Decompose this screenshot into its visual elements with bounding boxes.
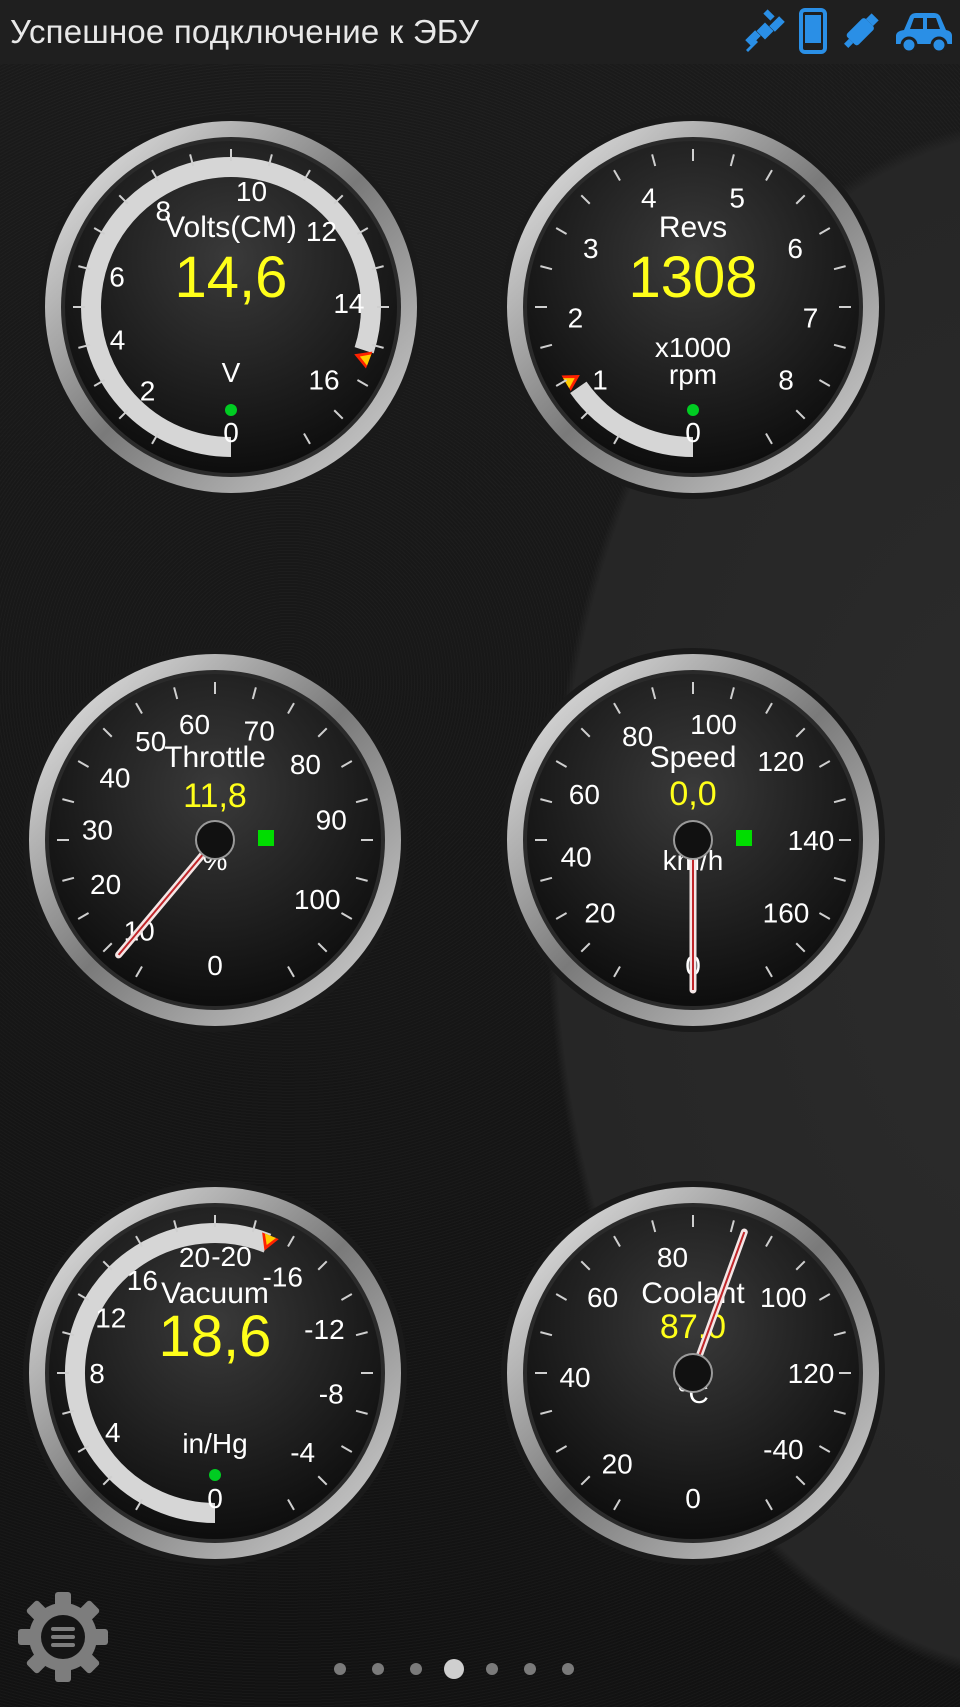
status-indicator bbox=[258, 830, 274, 846]
gauge-dial: 102030405060708090100Throttle11,8%0 bbox=[23, 648, 407, 1032]
gauge-value: 0,0 bbox=[669, 775, 716, 813]
gauge-tick-label: 8 bbox=[778, 365, 794, 396]
gauge-tick-label: 60 bbox=[587, 1282, 618, 1313]
status-bar: Успешное подключение к ЭБУ bbox=[0, 0, 960, 64]
gauge-tick-label: -40 bbox=[763, 1434, 803, 1465]
gauge-tick-label: 40 bbox=[99, 762, 130, 793]
page-dot[interactable] bbox=[524, 1663, 536, 1675]
page-indicator bbox=[0, 1657, 960, 1681]
gauge-hub bbox=[195, 820, 235, 860]
gauge-tick-label: 20 bbox=[584, 898, 615, 929]
gauge-vacuum[interactable]: -4 -8 -12 -16 -20 20 16 12 8 4 Vacuum 18,6 in/Hg 0 bbox=[20, 1178, 410, 1568]
gauge-hub bbox=[673, 820, 713, 860]
gauge-tick-label: 100 bbox=[760, 1282, 807, 1313]
gauge-dial: 20406080100120-40Coolant87,0°C0 bbox=[501, 1181, 885, 1565]
gauge-tick-label: 80 bbox=[290, 749, 321, 780]
status-indicator bbox=[209, 1469, 221, 1481]
gauge-dial: -4-8-12-16-2020161284Vacuum18,6in/Hg0 bbox=[23, 1181, 407, 1565]
gauge-tick-label: 16 bbox=[308, 365, 339, 396]
gauge-value: 14,6 bbox=[175, 245, 288, 310]
gauge-value: 18,6 bbox=[159, 1304, 272, 1369]
gauge-volts[interactable]: 2 4 6 8 10 12 14 16 Volts(CM) 14,6 V 0 bbox=[36, 112, 426, 502]
gauge-tick-label: 90 bbox=[316, 805, 347, 836]
car-icon bbox=[896, 13, 952, 54]
gauge-tick-label: 140 bbox=[788, 825, 835, 856]
gauge-coolant[interactable]: 20 40 60 80 100 120 -40 Coolant 87,0 °C 0 bbox=[498, 1178, 888, 1568]
gauge-tick-label: 100 bbox=[294, 884, 341, 915]
gauge-tick-label: -20 bbox=[211, 1241, 251, 1272]
gauge-tick-label: 80 bbox=[657, 1242, 688, 1273]
gauge-revs[interactable]: 1 2 3 4 5 6 7 8 Revs 1308 x1000 rpm 0 bbox=[498, 112, 888, 502]
gauge-tick-label: 160 bbox=[763, 898, 810, 929]
gauge-tick-label: 60 bbox=[569, 779, 600, 810]
gauge-tick-label: 5 bbox=[729, 183, 745, 214]
gauge-tick-label: -12 bbox=[304, 1314, 344, 1345]
gauge-tick-label: 50 bbox=[135, 726, 166, 757]
status-indicator bbox=[687, 404, 699, 416]
gauge-value: 1308 bbox=[628, 245, 757, 310]
gauge-tick-label: 2 bbox=[140, 375, 156, 406]
page-dot[interactable] bbox=[334, 1663, 346, 1675]
connection-status-text: Успешное подключение к ЭБУ bbox=[10, 13, 480, 50]
gauge-tick-label: 80 bbox=[622, 721, 653, 752]
page-dot[interactable] bbox=[444, 1659, 464, 1679]
gauge-tick-label: 120 bbox=[757, 746, 804, 777]
gauge-tick-label: 120 bbox=[788, 1358, 835, 1389]
gauge-tick-label: 20 bbox=[602, 1448, 633, 1479]
phone-icon bbox=[799, 8, 827, 54]
gauge-unit: V bbox=[222, 357, 241, 388]
gauge-tick-label: 12 bbox=[306, 216, 337, 247]
page-dot[interactable] bbox=[562, 1663, 574, 1675]
gauge-tick-label: 40 bbox=[559, 1362, 590, 1393]
gauge-tick-label: 20 bbox=[90, 869, 121, 900]
gauge-unit-secondary: rpm bbox=[669, 359, 717, 390]
gauge-dial: 20406080100120140160Speed0,0km/h0 bbox=[501, 648, 885, 1032]
gauge-tick-label: 7 bbox=[803, 302, 819, 333]
satellite-icon bbox=[745, 9, 785, 52]
gauge-tick-label: 40 bbox=[561, 841, 592, 872]
status-indicator bbox=[736, 830, 752, 846]
gauge-tick-label: 20 bbox=[179, 1242, 210, 1273]
gauge-zero-label: 0 bbox=[207, 950, 223, 981]
gauge-tick-label: 4 bbox=[105, 1417, 121, 1448]
page-dot[interactable] bbox=[372, 1663, 384, 1675]
gauge-tick-label: 16 bbox=[127, 1265, 158, 1296]
gauge-zero-label: 0 bbox=[685, 1483, 701, 1514]
gauge-unit: in/Hg bbox=[182, 1428, 247, 1459]
gauge-tick-label: 1 bbox=[592, 365, 608, 396]
gauge-tick-label: 14 bbox=[333, 288, 364, 319]
status-indicator bbox=[225, 404, 237, 416]
gauge-title: Speed bbox=[650, 741, 737, 774]
gauge-zero-label: 0 bbox=[223, 417, 239, 448]
gauge-tick-label: 100 bbox=[690, 709, 737, 740]
gauge-tick-label: 10 bbox=[236, 176, 267, 207]
gauge-title: Volts(CM) bbox=[165, 211, 297, 244]
page-dot[interactable] bbox=[486, 1663, 498, 1675]
gauge-zero-label: 0 bbox=[207, 1483, 223, 1514]
gauge-title: Revs bbox=[659, 211, 727, 244]
gauge-speed[interactable]: 20406080100120140160Speed0,0km/h0 bbox=[498, 645, 888, 1035]
gauge-dial: 246810121416Volts(CM)14,6V0 bbox=[39, 115, 423, 499]
gauge-tick-label: 8 bbox=[89, 1358, 105, 1389]
gauge-tick-label: 6 bbox=[787, 233, 803, 264]
gauge-tick-label: 12 bbox=[95, 1303, 126, 1334]
gauge-tick-label: 4 bbox=[110, 325, 126, 356]
gauge-title: Throttle bbox=[164, 741, 266, 774]
gauge-tick-label: 2 bbox=[568, 302, 584, 333]
gauge-zero-label: 0 bbox=[685, 417, 701, 448]
gauge-tick-label: 4 bbox=[641, 183, 657, 214]
status-icons bbox=[742, 8, 954, 54]
gauge-value: 11,8 bbox=[183, 777, 247, 815]
gauge-hub bbox=[673, 1353, 713, 1393]
gauge-dial: 1234 5678Revs1308x1000rpm0 bbox=[501, 115, 885, 499]
page-dot[interactable] bbox=[410, 1663, 422, 1675]
gauge-throttle[interactable]: 102030405060708090100Throttle11,8%0 bbox=[20, 645, 410, 1035]
gauge-tick-label: 6 bbox=[109, 261, 125, 292]
gauge-tick-label: 30 bbox=[82, 815, 113, 846]
gauge-tick-label: 3 bbox=[583, 233, 599, 264]
gauge-tick-label: 60 bbox=[179, 709, 210, 740]
gauge-tick-label: -4 bbox=[290, 1437, 315, 1468]
obd-adapter-icon bbox=[844, 13, 879, 48]
gauge-tick-label: -8 bbox=[319, 1378, 344, 1409]
